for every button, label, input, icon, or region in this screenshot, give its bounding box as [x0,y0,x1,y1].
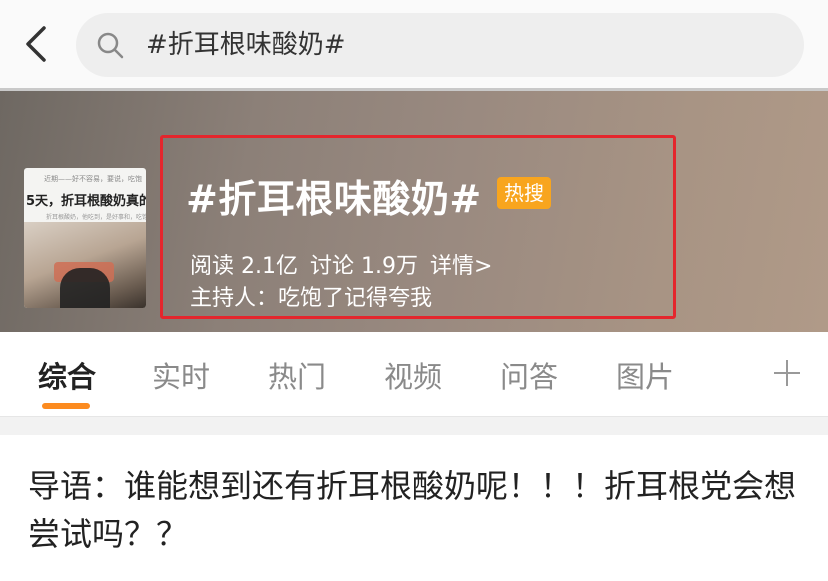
tab-video[interactable]: 视频 [384,354,442,396]
thumbnail-photo [24,222,146,308]
tab-bar: 综合 实时 热门 视频 问答 图片 [0,332,828,417]
thumbnail-subline: 折耳根酸奶，他吃到，是好事和，吃饱了，最后结果 [46,214,146,221]
topic-banner: 近期——好不容易，要说，吃饱 5天，折耳根酸奶真的 折耳根酸奶，他吃到，是好事和… [0,88,828,332]
plus-icon[interactable] [772,358,802,388]
tab-realtime[interactable]: 实时 [152,354,210,396]
topic-host: 主持人：吃饱了记得夸我 [190,286,433,311]
details-link[interactable]: 详情> [430,254,492,279]
thumbnail-caption: 近期——好不容易，要说，吃饱 [44,175,142,183]
tab-comprehensive[interactable]: 综合 [38,354,96,396]
topic-stats: 阅读 2.1亿 讨论 1.9万 详情> [190,248,504,280]
topic-lead: 导语：谁能想到还有折耳根酸奶呢！！！折耳根党会想尝试吗？？ [28,467,797,553]
hot-badge: 热搜 [497,177,551,209]
search-input[interactable]: #折耳根味酸奶# [76,13,804,77]
thumbnail-headline: 5天，折耳根酸奶真的 [26,194,146,209]
tab-pictures[interactable]: 图片 [616,354,674,396]
search-icon [97,32,124,59]
chevron-left-icon [26,26,46,62]
topic-thumbnail[interactable]: 近期——好不容易，要说，吃饱 5天，折耳根酸奶真的 折耳根酸奶，他吃到，是好事和… [24,168,146,308]
tab-hot[interactable]: 热门 [268,354,326,396]
topic-title: #折耳根味酸奶# [186,177,482,221]
back-button[interactable] [18,24,58,64]
top-bar: #折耳根味酸奶# [0,0,828,88]
read-count: 阅读 2.1亿 [190,254,298,279]
divider [0,88,828,91]
tab-qa[interactable]: 问答 [500,354,558,396]
active-tab-indicator [42,403,90,409]
section-divider [0,417,828,435]
discussion-count: 讨论 1.9万 [309,254,418,279]
search-query: #折耳根味酸奶# [146,30,346,60]
